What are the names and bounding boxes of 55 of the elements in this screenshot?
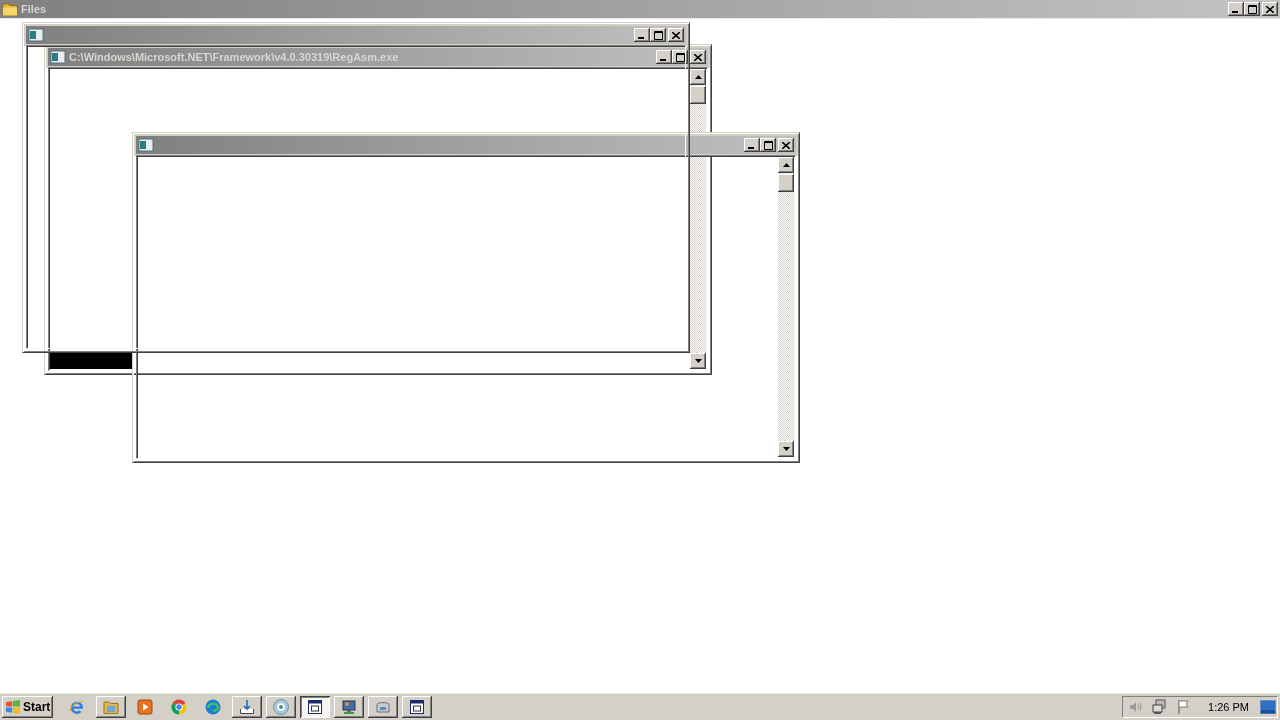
- scroll-up-button[interactable]: [778, 157, 794, 173]
- taskbar-button[interactable]: [96, 695, 126, 718]
- folder-icon: [103, 698, 119, 715]
- close-button[interactable]: [668, 28, 684, 42]
- scroll-thumb[interactable]: [690, 86, 706, 104]
- scrollbar[interactable]: [778, 157, 794, 457]
- taskbar-button[interactable]: [266, 695, 296, 718]
- maximize-icon: [1247, 4, 1257, 14]
- close-button[interactable]: [690, 50, 706, 64]
- maximize-button[interactable]: [760, 138, 776, 152]
- maximize-button[interactable]: [650, 28, 666, 42]
- close-icon: [694, 53, 702, 61]
- taskbar-button[interactable]: [232, 695, 262, 718]
- window-title: C:\Windows\Microsoft.NET\Framework\v4.0.30319\RegAsm.exe: [69, 51, 399, 63]
- minimize-button[interactable]: [744, 138, 760, 152]
- windows-flag-icon: [5, 698, 21, 715]
- scroll-down-button[interactable]: [778, 441, 794, 457]
- maximize-icon: [653, 30, 663, 40]
- taskbar-button[interactable]: [334, 695, 364, 718]
- circle-logo-icon[interactable]: [171, 698, 187, 715]
- minimize-button[interactable]: [634, 28, 650, 42]
- taskbar-button[interactable]: [402, 695, 432, 718]
- up-arrow-icon: [782, 163, 790, 167]
- clock[interactable]: 1:26 PM: [1208, 700, 1249, 713]
- download-icon: [239, 698, 255, 715]
- taskbar-button[interactable]: [368, 695, 398, 718]
- close-icon: [782, 141, 790, 149]
- scroll-up-button[interactable]: [690, 69, 706, 85]
- show-desktop-icon[interactable]: [1260, 699, 1276, 714]
- start-button[interactable]: Start: [2, 695, 53, 718]
- maximize-icon: [763, 140, 773, 150]
- close-icon: [672, 31, 680, 39]
- scroll-thumb[interactable]: [778, 174, 794, 192]
- minimize-icon: [1232, 11, 1238, 13]
- minimize-button[interactable]: [1228, 2, 1244, 16]
- minimize-icon: [638, 37, 644, 39]
- maximize-button[interactable]: [1244, 2, 1260, 16]
- window-icon: [409, 698, 425, 715]
- e-logo-icon[interactable]: [69, 698, 85, 715]
- taskbar-button[interactable]: [300, 695, 330, 718]
- close-button[interactable]: [778, 138, 794, 152]
- folder-icon: [2, 1, 18, 17]
- up-arrow-icon: [694, 75, 702, 79]
- disc-icon: [273, 698, 289, 715]
- computer-icon: [341, 698, 357, 715]
- window-title: Files: [21, 3, 47, 15]
- play-icon[interactable]: [137, 698, 153, 715]
- close-button[interactable]: [1262, 2, 1278, 16]
- network-icon[interactable]: [1152, 698, 1169, 715]
- app-window-icon: [28, 27, 44, 43]
- swirl-logo-icon[interactable]: [205, 698, 221, 715]
- minimize-icon: [748, 147, 754, 149]
- down-arrow-icon: [782, 447, 790, 451]
- close-icon: [1266, 5, 1274, 13]
- window-icon: [307, 698, 323, 715]
